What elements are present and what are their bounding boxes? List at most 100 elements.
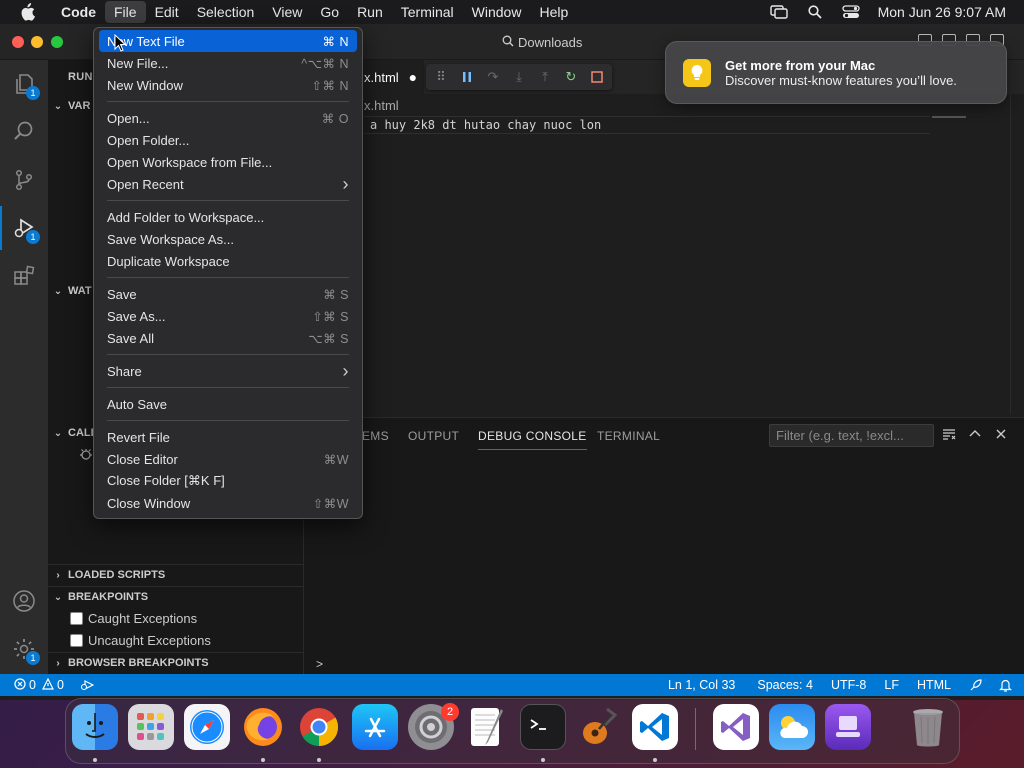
debug-status-icon[interactable] xyxy=(80,679,94,691)
file-menu-item-save-as[interactable]: Save As... ⇧⌘ S xyxy=(99,305,357,327)
garageband-icon[interactable] xyxy=(576,704,622,750)
menubar-help[interactable]: Help xyxy=(530,1,577,23)
tab-problems[interactable]: EMS xyxy=(362,429,389,443)
accounts-icon[interactable] xyxy=(10,587,38,615)
menubar-app-name[interactable]: Code xyxy=(52,1,105,23)
screen-mirroring-icon[interactable] xyxy=(769,4,788,20)
unsaved-dot-icon[interactable]: ● xyxy=(409,69,417,85)
file-menu-item-new-window[interactable]: New Window ⇧⌘ N xyxy=(99,74,357,96)
file-menu-item-close-editor[interactable]: Close Editor ⌘W xyxy=(99,448,357,470)
textedit-icon[interactable] xyxy=(464,704,510,750)
breadcrumb[interactable]: x.html xyxy=(364,98,399,113)
breakpoint-uncaught-exceptions[interactable]: Uncaught Exceptions xyxy=(70,630,211,650)
source-control-icon[interactable] xyxy=(10,166,38,194)
breakpoint-caught-exceptions[interactable]: Caught Exceptions xyxy=(70,608,197,628)
control-center-icon[interactable] xyxy=(841,4,860,20)
clear-console-icon[interactable] xyxy=(942,427,956,444)
restart-icon[interactable]: ↻ xyxy=(564,69,578,84)
breakpoints-section-header[interactable]: ⌄ BREAKPOINTS xyxy=(52,587,148,607)
file-menu-item-new-file[interactable]: New File... ^⌥⌘ N xyxy=(99,52,357,74)
call-stack-section-header[interactable]: ⌄ CALI xyxy=(52,423,94,443)
file-menu-item-revert-file[interactable]: Revert File xyxy=(99,426,357,448)
menubar-edit[interactable]: Edit xyxy=(146,1,188,23)
notifications-bell-icon[interactable] xyxy=(999,678,1012,692)
minimize-window-button[interactable] xyxy=(31,36,43,48)
menubar-view[interactable]: View xyxy=(263,1,311,23)
cursor-position[interactable]: Ln 1, Col 33 xyxy=(668,678,735,692)
simulator-icon[interactable] xyxy=(825,704,871,750)
weather-icon[interactable] xyxy=(769,704,815,750)
file-menu-item-save-workspace-as[interactable]: Save Workspace As... xyxy=(99,228,357,250)
menubar-go[interactable]: Go xyxy=(311,1,348,23)
editor-area[interactable] xyxy=(304,60,1024,416)
file-menu-item-open-folder[interactable]: Open Folder... xyxy=(99,129,357,151)
close-window-button[interactable] xyxy=(12,36,24,48)
app-store-icon[interactable] xyxy=(352,704,398,750)
maximize-panel-icon[interactable] xyxy=(968,427,982,444)
file-menu-item-auto-save[interactable]: Auto Save xyxy=(99,393,357,415)
watch-section-header[interactable]: ⌄ WAT xyxy=(52,281,92,301)
file-menu-item-open[interactable]: Open... ⌘ O xyxy=(99,107,357,129)
language-mode[interactable]: HTML xyxy=(917,678,951,692)
debug-console-prompt[interactable]: > xyxy=(316,657,323,671)
macos-notification[interactable]: Get more from your Mac Discover must-kno… xyxy=(665,41,1007,104)
firefox-icon[interactable] xyxy=(240,704,286,750)
running-indicator xyxy=(93,758,97,762)
step-out-icon[interactable]: ⤒ xyxy=(538,69,552,84)
file-menu-item-open-workspace-from-file[interactable]: Open Workspace from File... xyxy=(99,151,357,173)
tab-terminal[interactable]: TERMINAL xyxy=(597,429,660,443)
zoom-window-button[interactable] xyxy=(51,36,63,48)
vscode-icon[interactable] xyxy=(632,704,678,750)
command-center[interactable]: Downloads xyxy=(502,32,582,52)
file-menu-item-close-window[interactable]: Close Window ⇧⌘W xyxy=(99,492,357,514)
file-menu-item-save[interactable]: Save ⌘ S xyxy=(99,283,357,305)
loaded-scripts-section-header[interactable]: › LOADED SCRIPTS xyxy=(52,565,165,585)
step-into-icon[interactable]: ⤓ xyxy=(512,69,526,84)
finder-icon[interactable] xyxy=(72,704,118,750)
menubar-terminal[interactable]: Terminal xyxy=(392,1,463,23)
menubar-run[interactable]: Run xyxy=(348,1,392,23)
code-line-1[interactable]: a huy 2k8 dt hutao chay nuoc lon xyxy=(370,118,601,132)
indentation[interactable]: Spaces: 4 xyxy=(757,678,813,692)
extensions-icon[interactable] xyxy=(10,262,38,290)
file-menu-item-duplicate-workspace[interactable]: Duplicate Workspace xyxy=(99,250,357,272)
browser-breakpoints-section-header[interactable]: › BROWSER BREAKPOINTS xyxy=(52,653,208,673)
visual-studio-icon[interactable] xyxy=(713,704,759,750)
file-menu-item-new-text-file[interactable]: New Text File ⌘ N xyxy=(99,30,357,52)
menubar-window[interactable]: Window xyxy=(463,1,531,23)
feedback-icon[interactable] xyxy=(969,678,983,692)
problems-status[interactable]: 0 0 xyxy=(14,677,64,693)
apple-icon[interactable] xyxy=(18,3,36,21)
menubar-file[interactable]: File xyxy=(105,1,146,23)
editor-scrollbar[interactable] xyxy=(1010,94,1024,414)
pause-icon[interactable] xyxy=(460,70,474,84)
file-menu-item-save-all[interactable]: Save All ⌥⌘ S xyxy=(99,327,357,349)
file-menu-item-add-folder-to-workspace[interactable]: Add Folder to Workspace... xyxy=(99,206,357,228)
caught-exceptions-checkbox[interactable] xyxy=(70,611,83,625)
menubar-selection[interactable]: Selection xyxy=(188,1,264,23)
debug-console-filter-input[interactable]: Filter (e.g. text, !excl... xyxy=(769,424,934,447)
end-of-line[interactable]: LF xyxy=(884,678,899,692)
drag-handle-icon[interactable]: ⠿ xyxy=(434,69,448,84)
file-menu-item-open-recent[interactable]: Open Recent › xyxy=(99,173,357,195)
variables-section-header[interactable]: ⌄ VAR xyxy=(52,96,91,116)
chrome-icon[interactable] xyxy=(296,704,342,750)
tab-debug-console[interactable]: DEBUG CONSOLE xyxy=(478,429,587,450)
trash-icon[interactable] xyxy=(905,704,951,750)
running-indicator xyxy=(261,758,265,762)
launchpad-icon[interactable] xyxy=(128,704,174,750)
file-menu-item-close-folder-k-f[interactable]: Close Folder [⌘K F] xyxy=(99,470,357,492)
menubar-clock[interactable]: Mon Jun 26 9:07 AM xyxy=(878,4,1006,20)
terminal-icon[interactable] xyxy=(520,704,566,750)
stop-icon[interactable] xyxy=(590,70,604,84)
spotlight-search-icon[interactable] xyxy=(806,4,824,20)
menu-item-label: New Window xyxy=(107,77,183,93)
safari-icon[interactable] xyxy=(184,704,230,750)
uncaught-exceptions-checkbox[interactable] xyxy=(70,633,83,647)
file-menu-item-share[interactable]: Share › xyxy=(99,360,357,382)
tab-output[interactable]: OUTPUT xyxy=(408,429,459,443)
step-over-icon[interactable]: ↷ xyxy=(486,69,500,84)
close-panel-icon[interactable] xyxy=(994,427,1008,444)
search-icon[interactable] xyxy=(10,117,38,145)
encoding[interactable]: UTF-8 xyxy=(831,678,866,692)
